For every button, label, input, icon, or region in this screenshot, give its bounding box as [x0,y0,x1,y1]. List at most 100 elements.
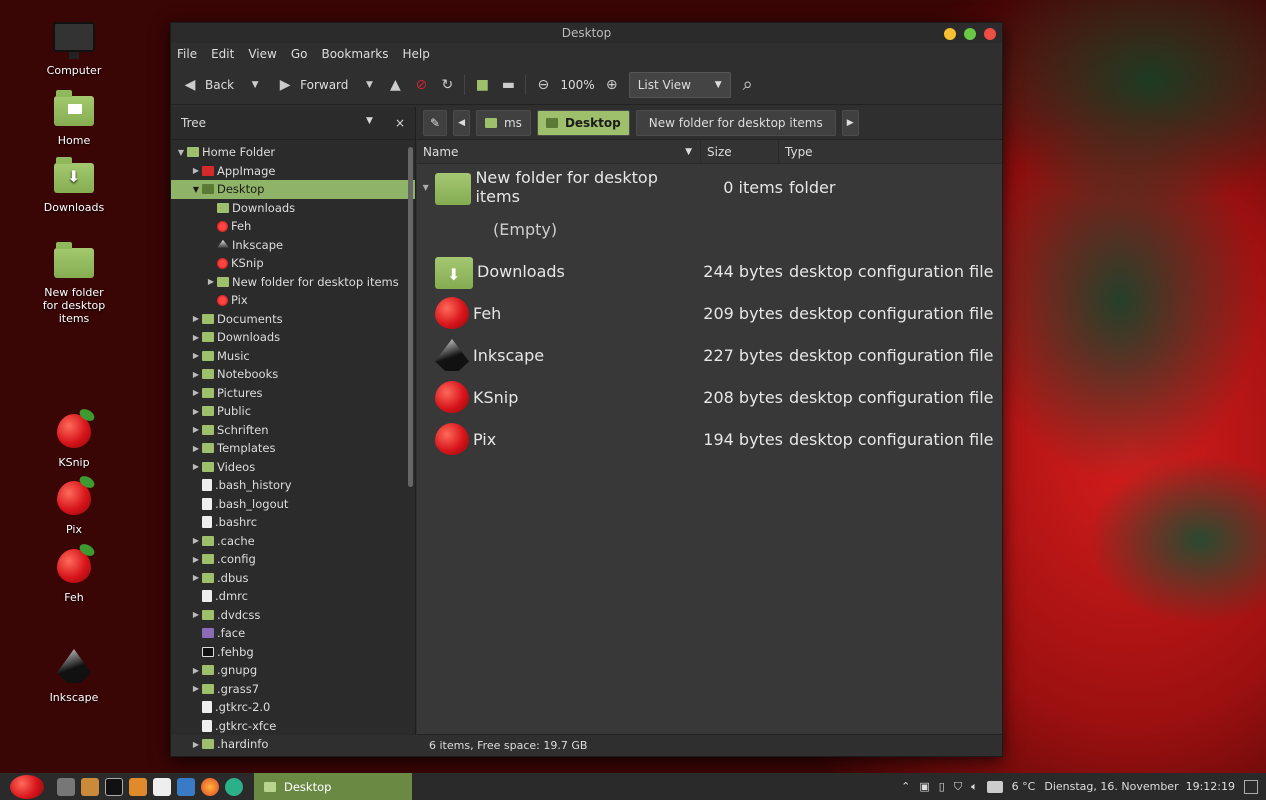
screenshot-launcher-icon[interactable] [57,777,75,796]
tree-item[interactable]: .gtkrc-xfce [171,717,415,736]
forward-history-dropdown[interactable]: ▼ [360,76,378,94]
expander-closed-icon[interactable]: ▶ [190,166,202,175]
breadcrumb-ms[interactable]: ms [475,110,531,136]
desktop-icon-home[interactable]: Home [34,88,114,147]
menu-go[interactable]: Go [291,47,308,61]
zoom-out-icon[interactable]: ⊖ [534,76,552,94]
view-mode-select[interactable]: List View ▼ [628,71,731,98]
file-row[interactable]: Pix 194 bytes desktop configuration file [417,418,1002,460]
column-name[interactable]: Name ▼ [417,139,701,164]
tree-item[interactable]: .gtkrc-2.0 [171,698,415,717]
search-icon[interactable]: ⌕ [739,74,757,95]
forward-button[interactable]: ▶ Forward [272,71,352,99]
desktop-icon-computer[interactable]: Computer [34,18,114,77]
column-type[interactable]: Type [779,140,813,164]
expander-closed-icon[interactable]: ▶ [190,351,202,360]
tree-item[interactable]: ▶ Notebooks [171,365,415,384]
tree-item[interactable]: ▶ .cache [171,532,415,551]
sidebar-mode-label[interactable]: Tree [181,116,206,130]
expander-open-icon[interactable]: ▼ [190,185,202,194]
tree-item[interactable]: ▶ .grass7 [171,680,415,699]
tree-item[interactable]: ▶ Public [171,402,415,421]
tree-item[interactable]: ▶ AppImage [171,162,415,181]
back-button[interactable]: ◀ Back [177,71,238,99]
tree-item[interactable]: Pix [171,291,415,310]
tree-item[interactable]: ▼ Home Folder [171,143,415,162]
file-row[interactable]: KSnip 208 bytes desktop configuration fi… [417,376,1002,418]
text-editor-launcher-icon[interactable] [153,777,171,796]
desktop-icon-inkscape[interactable]: Inkscape [34,645,114,704]
expander-closed-icon[interactable]: ▶ [190,370,202,379]
close-button[interactable] [984,28,996,40]
tree-item[interactable]: ▶ Documents [171,310,415,329]
show-desktop-button[interactable] [1244,779,1258,794]
tree-item[interactable]: ▼ Desktop [171,180,415,199]
column-size[interactable]: Size [701,139,779,164]
breadcrumb-new-folder[interactable]: New folder for desktop items [635,110,836,136]
path-scroll-right[interactable]: ▶ [841,110,859,136]
minimize-button[interactable] [944,28,956,40]
file-row[interactable]: Feh 209 bytes desktop configuration file [417,292,1002,334]
tree-item[interactable]: ▶ Pictures [171,384,415,403]
app-launcher-icon[interactable] [177,777,195,796]
home-folder-icon[interactable]: ■ [473,76,491,94]
expander-closed-icon[interactable]: ▶ [190,573,202,582]
tree-item[interactable]: ▶ Templates [171,439,415,458]
clock[interactable]: Dienstag, 16. November 19:12:19 [1044,780,1235,793]
tree-item[interactable]: ▶ Downloads [171,328,415,347]
tree-item[interactable]: .bash_logout [171,495,415,514]
desktop-icon-downloads[interactable]: ⬇ Downloads [34,155,114,214]
tree-item[interactable]: ▶ .gnupg [171,661,415,680]
chevron-down-icon[interactable]: ▼ [366,116,373,130]
toggle-location-entry-button[interactable]: ✎ [423,110,448,136]
tree-item[interactable]: ▶ .config [171,550,415,569]
stop-icon[interactable]: ⊘ [412,76,430,94]
tree-item[interactable]: .bash_history [171,476,415,495]
expander-closed-icon[interactable]: ▶ [205,277,217,286]
expander-closed-icon[interactable]: ▶ [190,740,202,749]
expander-closed-icon[interactable]: ▶ [190,666,202,675]
menu-bookmarks[interactable]: Bookmarks [321,47,388,61]
tree-item[interactable]: .bashrc [171,513,415,532]
file-row[interactable]: ▼ New folder for desktop items 0 items fo… [417,166,1002,208]
start-menu-button[interactable] [0,773,54,800]
expander-closed-icon[interactable]: ▶ [190,407,202,416]
terminal-launcher-icon[interactable] [105,777,123,796]
sidebar-scrollbar[interactable] [408,147,413,487]
tree-item[interactable]: ▶ Music [171,347,415,366]
zoom-in-icon[interactable]: ⊕ [603,76,621,94]
tree-item[interactable]: Inkscape [171,236,415,255]
expander-closed-icon[interactable]: ▶ [190,536,202,545]
expander-closed-icon[interactable]: ▶ [190,555,202,564]
expander-closed-icon[interactable]: ▶ [190,388,202,397]
computer-icon[interactable]: ▬ [499,76,517,94]
desktop-icon-new-folder[interactable]: New folder for desktop items [34,240,114,325]
menu-help[interactable]: Help [403,47,430,61]
desktop-icon-ksnip[interactable]: KSnip [34,410,114,469]
tree-item[interactable]: .face [171,624,415,643]
menu-view[interactable]: View [248,47,276,61]
file-manager-launcher-icon[interactable] [129,777,147,796]
expander-closed-icon[interactable]: ▶ [190,333,202,342]
menu-file[interactable]: File [177,47,197,61]
path-scroll-left[interactable]: ◀ [453,110,470,136]
tree-item[interactable]: KSnip [171,254,415,273]
taskbar-window-desktop[interactable]: Desktop [254,773,412,800]
browser-launcher-icon[interactable] [225,777,243,796]
tree-item[interactable]: ▶ Schriften [171,421,415,440]
tree-item[interactable]: Feh [171,217,415,236]
tree-item[interactable]: ▶ .hardinfo [171,735,415,754]
expander-closed-icon[interactable]: ▶ [190,444,202,453]
tree-item[interactable]: ▶ Videos [171,458,415,477]
tree-item[interactable]: .fehbg [171,643,415,662]
expander-closed-icon[interactable]: ▶ [190,314,202,323]
titlebar[interactable]: Desktop [171,23,1002,43]
chevron-up-icon[interactable]: ⌃ [901,780,910,793]
back-history-dropdown[interactable]: ▼ [246,76,264,94]
expander-open-icon[interactable]: ▼ [417,183,435,192]
expander-closed-icon[interactable]: ▶ [190,462,202,471]
expander-closed-icon[interactable]: ▶ [190,684,202,693]
file-row[interactable]: Inkscape 227 bytes desktop configuration… [417,334,1002,376]
tree-item[interactable]: ▶ .dbus [171,569,415,588]
reload-icon[interactable]: ↻ [438,76,456,94]
